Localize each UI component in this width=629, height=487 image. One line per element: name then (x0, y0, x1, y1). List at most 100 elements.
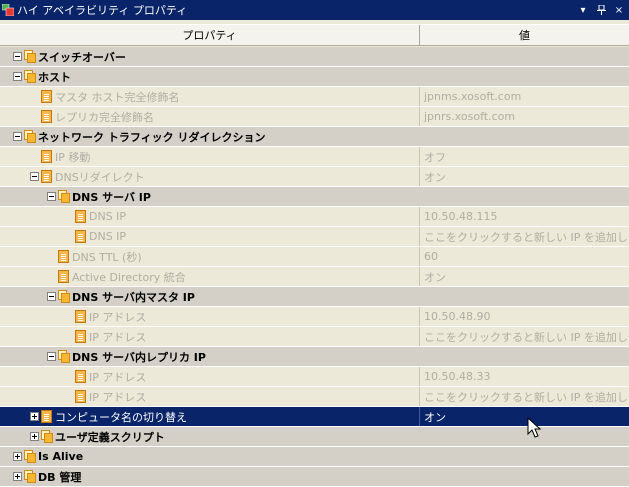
property-group-icon (58, 290, 70, 303)
collapse-icon[interactable] (30, 172, 39, 181)
property-label: ホスト (38, 70, 71, 84)
property-value[interactable]: jpnms.xosoft.com (421, 87, 629, 106)
property-cell[interactable]: DNS IP (0, 227, 420, 246)
property-group-icon (24, 70, 36, 83)
property-row[interactable]: DNS IP ここをクリックすると新しい IP を追加します。 (0, 227, 629, 247)
property-value[interactable]: ここをクリックすると新しい IP を追加します。 (421, 387, 629, 406)
property-cell[interactable]: DNSリダイレクト (0, 167, 420, 186)
property-value[interactable]: 10.50.48.90 (421, 307, 629, 326)
property-row[interactable]: IP 移動 オフ (0, 147, 629, 167)
category-row[interactable]: スイッチオーバー (0, 47, 629, 67)
property-row[interactable]: IP アドレス 10.50.48.33 (0, 367, 629, 387)
property-row[interactable]: IP アドレス ここをクリックすると新しい IP を追加します。 (0, 327, 629, 347)
property-icon (75, 390, 86, 403)
property-cell[interactable]: Active Directory 統合 (0, 267, 420, 286)
pin-icon[interactable] (593, 2, 609, 18)
category-row[interactable]: DNS サーバ内レプリカ IP (0, 347, 629, 367)
property-label: マスタ ホスト完全修飾名 (55, 90, 180, 104)
property-group-icon (24, 450, 36, 463)
property-row[interactable]: レプリカ完全修飾名 jpnrs.xosoft.com (0, 107, 629, 127)
property-cell[interactable]: IP アドレス (0, 387, 420, 406)
property-value[interactable]: 10.50.48.115 (421, 207, 629, 226)
property-label: Active Directory 統合 (72, 270, 186, 284)
property-cell[interactable]: Is Alive (0, 447, 420, 466)
property-icon (75, 330, 86, 343)
property-cell[interactable]: DNS TTL (秒) (0, 247, 420, 266)
collapse-icon[interactable] (13, 132, 22, 141)
column-header-value[interactable]: 値 (420, 25, 629, 45)
property-row[interactable]: Active Directory 統合 オン (0, 267, 629, 287)
property-icon (41, 410, 52, 423)
property-value[interactable]: オン (421, 167, 629, 186)
property-icon (41, 90, 52, 103)
property-cell[interactable]: スイッチオーバー (0, 47, 420, 66)
expand-icon[interactable] (30, 432, 39, 441)
property-row[interactable]: DNS IP 10.50.48.115 (0, 207, 629, 227)
property-cell[interactable]: DNS サーバ IP (0, 187, 420, 206)
property-cell[interactable]: レプリカ完全修飾名 (0, 107, 420, 126)
property-value[interactable]: jpnrs.xosoft.com (421, 107, 629, 126)
collapse-icon[interactable] (13, 52, 22, 61)
category-row[interactable]: DB 管理 (0, 467, 629, 487)
grid-header: プロパティ 値 (0, 24, 629, 46)
property-cell[interactable]: DNS サーバ内レプリカ IP (0, 347, 420, 366)
property-value[interactable]: オン (421, 267, 629, 286)
category-row[interactable]: ネットワーク トラフィック リダイレクション (0, 127, 629, 147)
collapse-icon[interactable] (47, 292, 56, 301)
collapse-icon[interactable] (47, 352, 56, 361)
category-row[interactable]: DNS サーバ IP (0, 187, 629, 207)
property-icon (58, 270, 69, 283)
collapse-icon[interactable] (13, 72, 22, 81)
property-row[interactable]: DNSリダイレクト オン (0, 167, 629, 187)
property-value[interactable]: 60 (421, 247, 629, 266)
property-label: DNS IP (89, 210, 127, 223)
expand-icon[interactable] (30, 412, 39, 421)
property-label: IP アドレス (89, 310, 147, 324)
property-row[interactable]: IP アドレス ここをクリックすると新しい IP を追加します。 (0, 387, 629, 407)
property-cell[interactable]: IP アドレス (0, 307, 420, 326)
property-cell[interactable]: DB 管理 (0, 467, 420, 486)
property-cell[interactable]: ユーザ定義スクリプト (0, 427, 420, 446)
property-group-icon (58, 190, 70, 203)
close-icon[interactable]: × (611, 2, 627, 18)
property-cell[interactable]: ネットワーク トラフィック リダイレクション (0, 127, 420, 146)
property-value[interactable]: ここをクリックすると新しい IP を追加します。 (421, 327, 629, 346)
property-label: DNSリダイレクト (55, 170, 145, 184)
category-row[interactable]: DNS サーバ内マスタ IP (0, 287, 629, 307)
property-cell[interactable]: DNS IP (0, 207, 420, 226)
expand-icon[interactable] (13, 452, 22, 461)
property-icon (75, 230, 86, 243)
property-value[interactable]: オン (421, 407, 629, 426)
property-icon (75, 370, 86, 383)
property-row[interactable]: IP アドレス 10.50.48.90 (0, 307, 629, 327)
property-value[interactable]: ここをクリックすると新しい IP を追加します。 (421, 227, 629, 246)
category-row[interactable]: ホスト (0, 67, 629, 87)
property-cell[interactable]: IP アドレス (0, 327, 420, 346)
property-icon (75, 210, 86, 223)
dropdown-icon[interactable]: ▾ (575, 2, 591, 18)
property-label: DB 管理 (38, 470, 82, 484)
property-value[interactable]: オフ (421, 147, 629, 166)
expand-icon[interactable] (13, 472, 22, 481)
property-cell[interactable]: コンピュータ名の切り替え (0, 407, 420, 426)
property-label: ネットワーク トラフィック リダイレクション (38, 130, 266, 144)
category-row[interactable]: Is Alive (0, 447, 629, 467)
property-value[interactable]: 10.50.48.33 (421, 367, 629, 386)
property-label: Is Alive (38, 450, 84, 463)
property-cell[interactable]: マスタ ホスト完全修飾名 (0, 87, 420, 106)
collapse-icon[interactable] (47, 192, 56, 201)
property-cell[interactable]: DNS サーバ内マスタ IP (0, 287, 420, 306)
property-row[interactable]: DNS TTL (秒) 60 (0, 247, 629, 267)
property-icon (75, 310, 86, 323)
property-icon (41, 170, 52, 183)
property-label: コンピュータ名の切り替え (55, 410, 187, 424)
mouse-cursor-icon (527, 417, 542, 438)
property-label: IP アドレス (89, 330, 147, 344)
property-cell[interactable]: IP 移動 (0, 147, 420, 166)
property-cell[interactable]: ホスト (0, 67, 420, 86)
property-label: ユーザ定義スクリプト (55, 430, 165, 444)
column-header-property[interactable]: プロパティ (0, 25, 420, 45)
property-cell[interactable]: IP アドレス (0, 367, 420, 386)
property-label: DNS TTL (秒) (72, 250, 142, 264)
property-row[interactable]: マスタ ホスト完全修飾名 jpnms.xosoft.com (0, 87, 629, 107)
